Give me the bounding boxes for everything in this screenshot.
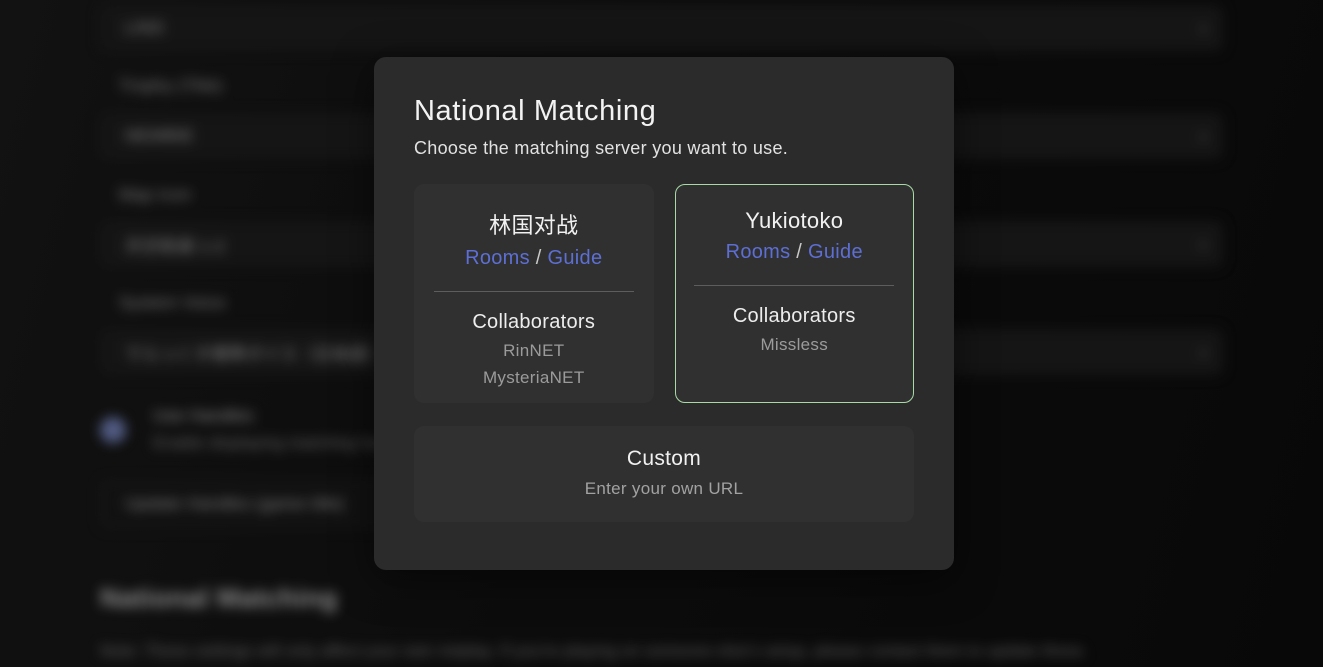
custom-server-card[interactable]: Custom Enter your own URL bbox=[414, 426, 914, 522]
card-divider bbox=[434, 291, 634, 292]
server-links: Rooms / Guide bbox=[726, 241, 863, 264]
server-card-linguo[interactable]: 林国对战 Rooms / Guide Collaborators RinNET … bbox=[414, 184, 654, 403]
link-separator: / bbox=[530, 247, 548, 269]
server-cards-row: 林国对战 Rooms / Guide Collaborators RinNET … bbox=[414, 184, 914, 403]
custom-card-title: Custom bbox=[414, 426, 914, 471]
collaborators-heading: Collaborators bbox=[472, 311, 595, 334]
collaborators-heading: Collaborators bbox=[733, 305, 856, 328]
modal-title: National Matching bbox=[414, 95, 914, 128]
server-links: Rooms / Guide bbox=[465, 247, 602, 270]
modal-subtitle: Choose the matching server you want to u… bbox=[414, 138, 914, 159]
collaborator-name: RinNET bbox=[503, 341, 564, 361]
link-separator: / bbox=[790, 241, 808, 263]
collaborator-name: Missless bbox=[760, 335, 828, 355]
collaborator-name: MysteriaNET bbox=[483, 368, 585, 388]
server-name: 林国对战 bbox=[489, 208, 578, 240]
guide-link[interactable]: Guide bbox=[548, 247, 603, 269]
national-matching-modal: National Matching Choose the matching se… bbox=[374, 57, 954, 570]
rooms-link[interactable]: Rooms bbox=[465, 247, 530, 269]
server-name: Yukiotoko bbox=[745, 208, 843, 234]
card-divider bbox=[694, 285, 894, 286]
server-card-yukiotoko[interactable]: Yukiotoko Rooms / Guide Collaborators Mi… bbox=[675, 184, 915, 403]
guide-link[interactable]: Guide bbox=[808, 241, 863, 263]
custom-card-subtitle: Enter your own URL bbox=[414, 479, 914, 499]
rooms-link[interactable]: Rooms bbox=[726, 241, 791, 263]
